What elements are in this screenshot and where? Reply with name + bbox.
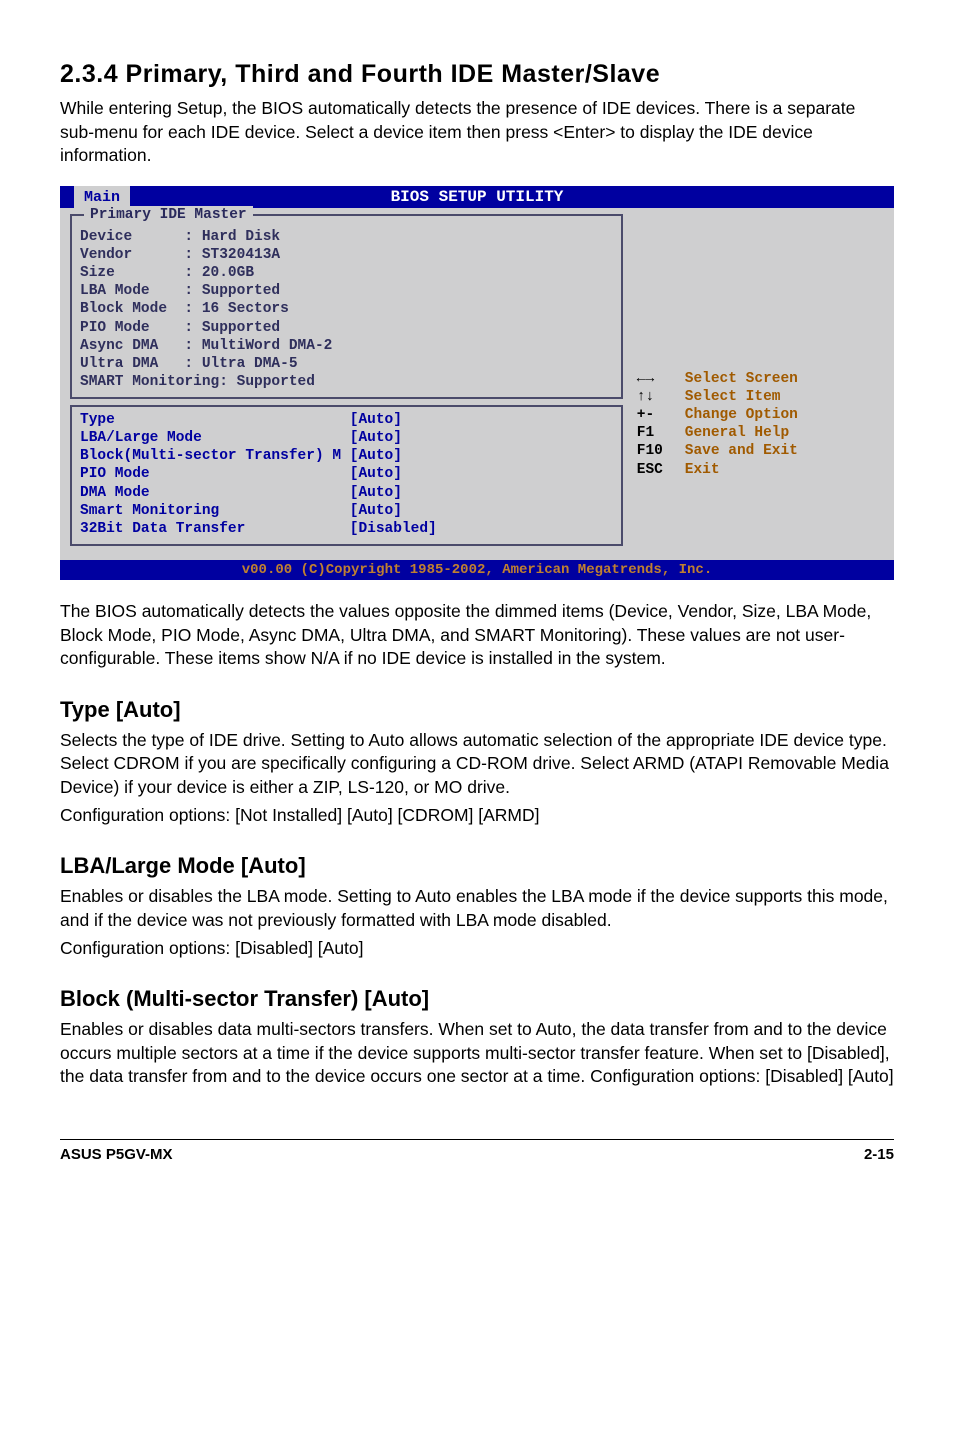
- footer-product: ASUS P5GV-MX: [60, 1146, 173, 1163]
- subsection-paragraph: Enables or disables data multi-sectors t…: [60, 1018, 894, 1089]
- bios-detected-row: Size : 20.0GB: [80, 264, 613, 282]
- bios-option-row[interactable]: 32Bit Data Transfer [Disabled]: [80, 520, 613, 538]
- bios-title: BIOS SETUP UTILITY: [391, 188, 564, 206]
- page-footer: ASUS P5GV-MX 2-15: [60, 1139, 894, 1163]
- bios-screenshot: BIOS SETUP UTILITY Main Primary IDE Mast…: [60, 186, 894, 580]
- bios-legend: ←→Select Screen↑↓Select Item+-Change Opt…: [633, 364, 884, 481]
- bios-detected-row: Device : Hard Disk: [80, 228, 613, 246]
- bios-option-row[interactable]: Smart Monitoring [Auto]: [80, 502, 613, 520]
- bios-legend-row: ↑↓Select Item: [637, 388, 880, 406]
- bios-options-panel: Type [Auto]LBA/Large Mode [Auto]Block(Mu…: [70, 405, 623, 546]
- bios-option-row[interactable]: LBA/Large Mode [Auto]: [80, 429, 613, 447]
- legend-key: ESC: [637, 461, 685, 479]
- bios-detected-row: Async DMA : MultiWord DMA-2: [80, 337, 613, 355]
- bios-detected-panel: Primary IDE Master Device : Hard DiskVen…: [70, 214, 623, 399]
- bios-legend-row: +-Change Option: [637, 406, 880, 424]
- subsection-heading: LBA/Large Mode [Auto]: [60, 853, 894, 879]
- legend-desc: Change Option: [685, 406, 798, 424]
- legend-key: F1: [637, 424, 685, 442]
- subsection-heading: Block (Multi-sector Transfer) [Auto]: [60, 986, 894, 1012]
- bios-legend-row: F1General Help: [637, 424, 880, 442]
- bios-left-column: Primary IDE Master Device : Hard DiskVen…: [70, 214, 623, 552]
- legend-key: ↑↓: [637, 388, 685, 406]
- after-bios-paragraph: The BIOS automatically detects the value…: [60, 600, 894, 671]
- legend-key: ←→: [637, 370, 685, 388]
- legend-desc: Select Screen: [685, 370, 798, 388]
- bios-legend-row: ESCExit: [637, 461, 880, 479]
- subsection-paragraph: Selects the type of IDE drive. Setting t…: [60, 729, 894, 800]
- bios-panel-title: Primary IDE Master: [84, 206, 253, 224]
- legend-key: +-: [637, 406, 685, 424]
- subsection-paragraph: Configuration options: [Disabled] [Auto]: [60, 937, 894, 961]
- bios-option-row[interactable]: Block(Multi-sector Transfer) M [Auto]: [80, 447, 613, 465]
- footer-page-number: 2-15: [864, 1146, 894, 1163]
- bios-detected-row: SMART Monitoring: Supported: [80, 373, 613, 391]
- bios-option-row[interactable]: PIO Mode [Auto]: [80, 465, 613, 483]
- bios-legend-row: ←→Select Screen: [637, 370, 880, 388]
- bios-option-row[interactable]: DMA Mode [Auto]: [80, 484, 613, 502]
- bios-detected-row: PIO Mode : Supported: [80, 319, 613, 337]
- bios-option-row[interactable]: Type [Auto]: [80, 411, 613, 429]
- bios-detected-row: Ultra DMA : Ultra DMA-5: [80, 355, 613, 373]
- legend-key: F10: [637, 442, 685, 460]
- section-heading: 2.3.4 Primary, Third and Fourth IDE Mast…: [60, 60, 894, 89]
- bios-legend-row: F10Save and Exit: [637, 442, 880, 460]
- legend-desc: Exit: [685, 461, 720, 479]
- subsection-heading: Type [Auto]: [60, 697, 894, 723]
- bios-right-column: ←→Select Screen↑↓Select Item+-Change Opt…: [633, 214, 884, 552]
- bios-detected-row: Vendor : ST320413A: [80, 246, 613, 264]
- legend-desc: General Help: [685, 424, 789, 442]
- bios-detected-row: Block Mode : 16 Sectors: [80, 300, 613, 318]
- legend-desc: Save and Exit: [685, 442, 798, 460]
- bios-title-bar: BIOS SETUP UTILITY Main: [60, 186, 894, 208]
- legend-desc: Select Item: [685, 388, 781, 406]
- subsection-paragraph: Configuration options: [Not Installed] […: [60, 804, 894, 828]
- intro-paragraph: While entering Setup, the BIOS automatic…: [60, 97, 894, 168]
- bios-copyright-footer: v00.00 (C)Copyright 1985-2002, American …: [60, 560, 894, 580]
- bios-body: Primary IDE Master Device : Hard DiskVen…: [60, 208, 894, 560]
- bios-detected-row: LBA Mode : Supported: [80, 282, 613, 300]
- subsection-paragraph: Enables or disables the LBA mode. Settin…: [60, 885, 894, 932]
